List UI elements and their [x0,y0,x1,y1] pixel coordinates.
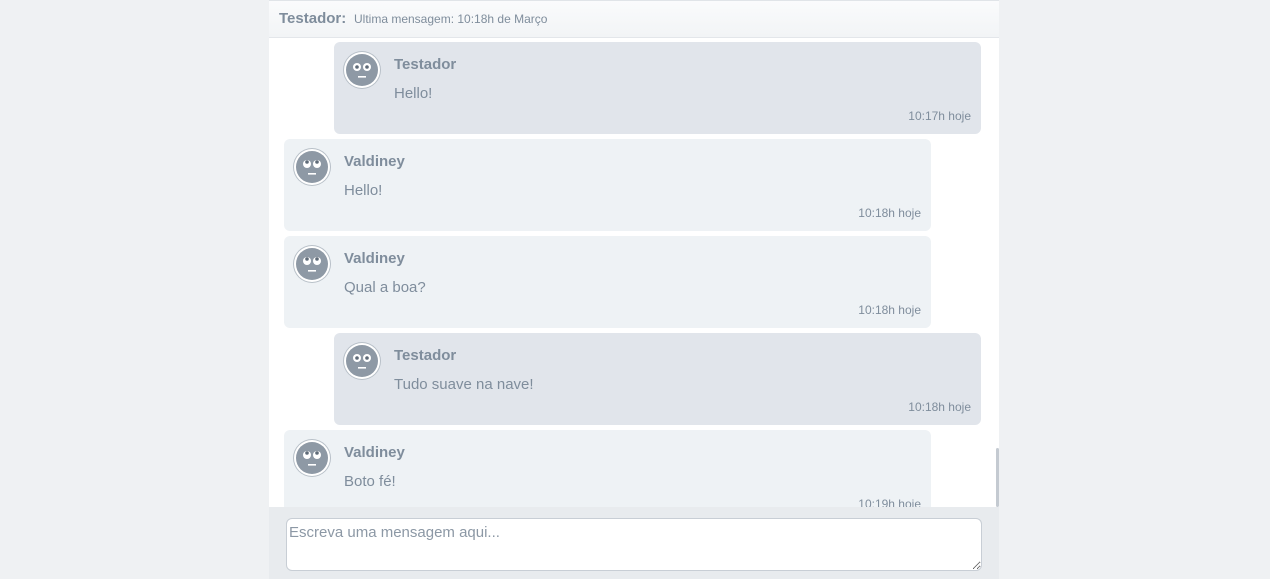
message-text: Boto fé! [344,473,396,490]
message-text: Qual a boa? [344,279,426,296]
eye-roll-face-icon [294,440,330,476]
message-bubble-other: Valdiney Boto fé! 10:19h hoje [284,430,931,507]
message-list-scrollbar[interactable] [996,448,999,507]
neutral-face-icon [344,343,380,379]
message-timestamp: 10:18h hoje [858,303,921,317]
message-timestamp: 10:17h hoje [908,109,971,123]
contact-name: Testador: [279,10,347,27]
eye-roll-face-icon [294,149,330,185]
message-timestamp: 10:18h hoje [908,400,971,414]
composer [269,507,999,579]
eye-roll-face-icon [294,246,330,282]
message-sender: Testador [394,347,457,364]
message-bubble-other: Valdiney Qual a boa? 10:18h hoje [284,236,931,328]
message-timestamp: 10:19h hoje [858,497,921,507]
message-input[interactable] [286,518,982,571]
message-list[interactable]: Testador Hello! 10:17h hoje Valdiney Hel… [269,38,999,507]
last-message-status: Ultima mensagem: 10:18h de Março [354,12,548,26]
message-sender: Valdiney [344,250,405,267]
message-timestamp: 10:18h hoje [858,206,921,220]
message-bubble-self: Testador Tudo suave na nave! 10:18h hoje [334,333,981,425]
message-text: Hello! [344,182,383,199]
message-bubble-other: Valdiney Hello! 10:18h hoje [284,139,931,231]
chat-panel: Testador: Ultima mensagem: 10:18h de Mar… [269,0,999,579]
chat-header: Testador: Ultima mensagem: 10:18h de Mar… [269,0,999,38]
message-sender: Valdiney [344,444,405,461]
message-bubble-self: Testador Hello! 10:17h hoje [334,42,981,134]
neutral-face-icon [344,52,380,88]
message-sender: Valdiney [344,153,405,170]
message-sender: Testador [394,56,457,73]
message-text: Hello! [394,85,433,102]
message-text: Tudo suave na nave! [394,376,534,393]
